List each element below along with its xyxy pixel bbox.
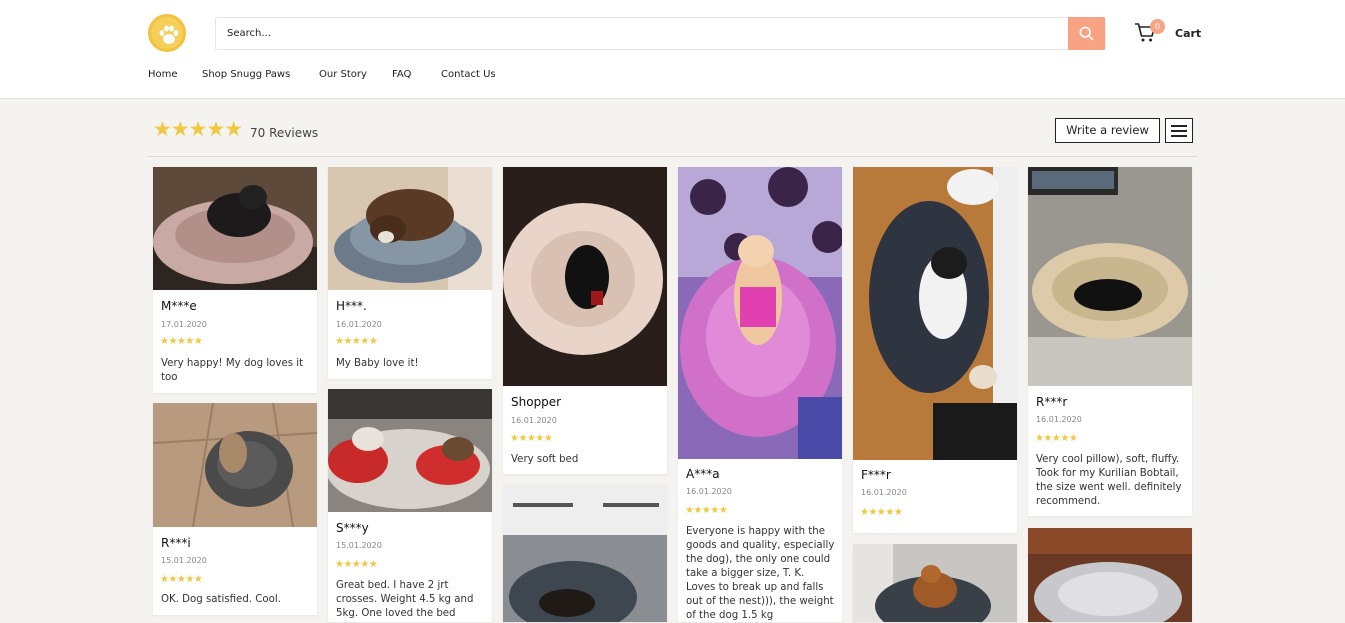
reviewer-name: M***e xyxy=(161,299,197,313)
review-card[interactable] xyxy=(853,544,1017,622)
cart-link[interactable]: Cart xyxy=(1175,27,1201,40)
search-button[interactable] xyxy=(1068,17,1105,50)
review-card[interactable] xyxy=(1028,528,1192,622)
review-stars: ★★★★★ xyxy=(335,559,378,570)
summary-stars: ★★★★★ xyxy=(153,117,243,141)
review-card[interactable] xyxy=(503,485,667,622)
review-card[interactable]: A***a 16.01.2020 ★★★★★ Everyone is happy… xyxy=(678,167,842,622)
review-stars: ★★★★★ xyxy=(160,574,203,585)
review-date: 17.01.2020 xyxy=(161,320,207,329)
nav-our-story[interactable]: Our Story xyxy=(319,69,367,80)
cart-count-badge: 0 xyxy=(1150,19,1165,34)
review-date: 15.01.2020 xyxy=(161,556,207,565)
reviewer-name: F***r xyxy=(861,468,891,482)
review-photo[interactable] xyxy=(853,544,1017,622)
review-stars: ★★★★★ xyxy=(860,507,903,518)
review-date: 16.01.2020 xyxy=(686,487,732,496)
review-card[interactable]: F***r 16.01.2020 ★★★★★ xyxy=(853,167,1017,533)
nav-shop[interactable]: Shop Snugg Paws xyxy=(202,69,290,80)
review-photo[interactable] xyxy=(153,403,317,527)
review-card[interactable]: R***r 16.01.2020 ★★★★★ Very cool pillow)… xyxy=(1028,167,1192,516)
site-header: 0 Cart Home Shop Snugg Paws Our Story FA… xyxy=(0,0,1345,99)
review-text: Very soft bed xyxy=(511,454,579,465)
review-stars: ★★★★★ xyxy=(1035,433,1078,444)
paw-logo-icon[interactable] xyxy=(148,14,186,52)
review-text: Very happy! My dog loves it too xyxy=(161,358,304,383)
search-input[interactable] xyxy=(216,18,1069,49)
nav-faq[interactable]: FAQ xyxy=(392,69,411,80)
reviews-count: 70 Reviews xyxy=(250,126,319,140)
review-photo[interactable] xyxy=(328,389,492,512)
reviewer-name: H***. xyxy=(336,299,367,313)
search-bar xyxy=(215,17,1106,50)
review-photo[interactable] xyxy=(153,167,317,290)
review-photo[interactable] xyxy=(1028,528,1192,622)
reviewer-name: S***y xyxy=(336,521,369,535)
review-stars: ★★★★★ xyxy=(160,336,203,347)
review-date: 16.01.2020 xyxy=(336,320,382,329)
review-stars: ★★★★★ xyxy=(510,433,553,444)
filter-menu-button[interactable] xyxy=(1165,118,1193,143)
divider xyxy=(148,156,1197,157)
review-text: My Baby love it! xyxy=(336,358,419,369)
review-date: 16.01.2020 xyxy=(1036,415,1082,424)
review-photo[interactable] xyxy=(1028,167,1192,386)
review-stars: ★★★★★ xyxy=(335,336,378,347)
review-date: 16.01.2020 xyxy=(861,488,907,497)
review-photo[interactable] xyxy=(503,167,667,386)
reviewer-name: R***r xyxy=(1036,395,1068,409)
reviewer-name: Shopper xyxy=(511,395,562,409)
review-text: Very cool pillow), soft, fluffy. Took fo… xyxy=(1036,454,1182,507)
review-card[interactable]: H***. 16.01.2020 ★★★★★ My Baby love it! xyxy=(328,167,492,379)
review-text: OK. Dog satisfied. Cool. xyxy=(161,594,281,605)
nav-contact-us[interactable]: Contact Us xyxy=(441,69,496,80)
review-stars: ★★★★★ xyxy=(685,505,728,516)
review-photo[interactable] xyxy=(853,167,1017,460)
review-photo[interactable] xyxy=(503,485,667,622)
write-review-button[interactable]: Write a review xyxy=(1055,118,1160,143)
review-card[interactable]: M***e 17.01.2020 ★★★★★ Very happy! My do… xyxy=(153,167,317,393)
review-card[interactable]: S***y 15.01.2020 ★★★★★ Great bed. I have… xyxy=(328,389,492,622)
review-date: 16.01.2020 xyxy=(511,416,557,425)
review-card[interactable]: R***i 15.01.2020 ★★★★★ OK. Dog satisfied… xyxy=(153,403,317,615)
reviewer-name: R***i xyxy=(161,536,191,550)
review-photo[interactable] xyxy=(328,167,492,290)
review-photo[interactable] xyxy=(678,167,842,459)
review-text: Everyone is happy with the goods and qua… xyxy=(686,526,835,621)
review-card[interactable]: Shopper 16.01.2020 ★★★★★ Very soft bed xyxy=(503,167,667,474)
review-date: 15.01.2020 xyxy=(336,541,382,550)
nav-home[interactable]: Home xyxy=(148,69,178,80)
review-text: Great bed. I have 2 jrt crosses. Weight … xyxy=(336,580,474,619)
search-icon xyxy=(1079,26,1094,41)
reviewer-name: A***a xyxy=(686,467,720,481)
